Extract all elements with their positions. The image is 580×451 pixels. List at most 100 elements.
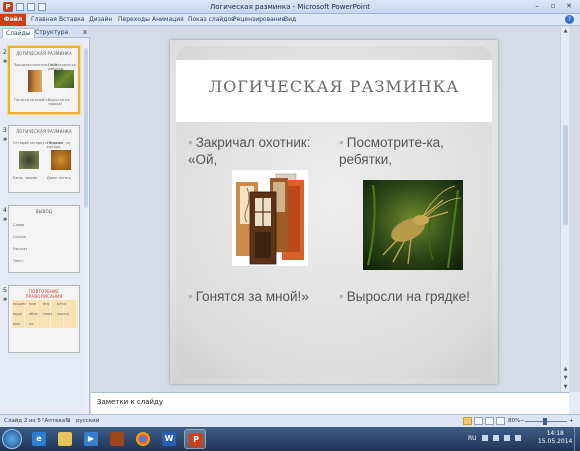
media-player-icon: ▶ [84,432,98,446]
clock-time: 14:18 [546,430,564,437]
tab-home[interactable]: Главная [31,16,57,23]
thumb-line: пишем [13,302,26,306]
close-icon[interactable]: ✕ [562,1,576,11]
input-language[interactable]: RU [468,435,477,442]
thumb-line: Слова [13,223,25,227]
reading-view-icon[interactable] [485,417,494,425]
next-slide-icon[interactable]: ▼ [561,374,570,383]
slide-number: 5 [3,287,7,294]
help-icon[interactable]: ? [565,15,574,24]
tab-file[interactable]: Файл [0,14,26,26]
taskbar-media[interactable]: ▶ [80,429,102,449]
spellcheck-icon[interactable]: ⊠ [66,418,71,424]
powerpoint-icon: P [189,433,203,447]
thumb-line: Даже лететь [47,176,71,180]
zoom-level[interactable]: 80% [508,418,520,424]
tray-network-icon[interactable] [493,435,499,441]
thumb-line: Ежик, зверёк [13,176,38,180]
tray-flag-icon[interactable] [482,435,488,441]
tab-design[interactable]: Дизайн [89,16,112,23]
close-pane-icon[interactable]: x [83,28,87,36]
thumb-line: Выросли на грядке! [48,98,70,106]
thumb-line: Рассказ [13,247,28,251]
clock[interactable]: 14:18 15.05.2014 [538,430,572,446]
zoom-slider-handle[interactable] [543,418,547,425]
taskbar-word[interactable]: W [158,429,180,449]
scroll-down-icon[interactable]: ▼ [561,383,570,392]
start-button-icon[interactable] [2,429,22,449]
folder-icon [58,432,72,446]
slide-sorter-icon[interactable] [474,417,483,425]
thumb-line: Гонятся за мной!» [14,98,48,102]
zoom-out-icon[interactable]: − [520,418,525,424]
thumb-title: ЛОГИЧЕСКАЯ РАЗМИНКА [16,129,72,134]
bullet-right-bottom[interactable]: • Выросли на грядке! [339,288,489,305]
slide-thumbnail-5[interactable]: ПОВТОРЕНИЕ ПРАВОПИСАНИЯ пишем мне его ре… [8,285,80,353]
bullet-left-top[interactable]: • Закричал охотник: «Ой, [188,134,338,168]
tray-battery-icon[interactable] [504,435,510,441]
prev-slide-icon[interactable]: ▲ [561,365,570,374]
thumb-title: ВЫВОД [35,209,53,214]
scrollbar-thumb[interactable] [563,125,568,225]
slide-thumbnail-3[interactable]: ЛОГИЧЕСКАЯ РАЗМИНКА Отгадай загадку и бу… [8,125,80,193]
title-bar: P Логическая разминка - Microsoft PowerP… [0,0,580,14]
slide-number: 2 [3,49,7,56]
bullet-left-bottom[interactable]: • Гонятся за мной!» [188,288,338,305]
taskbar-explorer[interactable] [54,429,76,449]
thumb-line: его [43,302,50,306]
notes-pane[interactable]: Заметки к слайду [91,392,569,414]
slide-thumbnail-2[interactable]: ЛОГИЧЕСКАЯ РАЗМИНКА Закричал охотник: «О… [8,46,80,114]
internet-explorer-icon: e [32,432,46,446]
tab-view[interactable]: Вид [284,16,296,23]
status-bar: Слайд 2 из 5 "Аптека" ⊠ русский 80% − + [0,414,580,427]
hedgehog-image [19,151,39,169]
slideshow-view-icon[interactable] [496,417,505,425]
theme-name: "Аптека" [42,418,68,424]
tab-transitions[interactable]: Переходы [118,16,150,23]
scrollbar-thumb[interactable] [84,48,88,208]
slide-title[interactable]: ЛОГИЧЕСКАЯ РАЗМИНКА [176,77,492,96]
normal-view-icon[interactable] [463,417,472,425]
lion-image [51,150,71,170]
tab-insert[interactable]: Вставка [59,16,84,23]
notes-scrollbar[interactable] [569,392,580,414]
taskbar-ie[interactable]: e [28,429,50,449]
thumb-line: обла [29,312,38,316]
thumb-line: мира [43,312,53,316]
current-slide[interactable]: ЛОГИЧЕСКАЯ РАЗМИНКА • Закричал охотник: «… [170,40,498,384]
minimize-icon[interactable]: – [530,1,544,11]
slide-counter: Слайд 2 из 5 [4,418,41,424]
bullet-right-top[interactable]: • Посмотрите-ка, ребятки, [339,134,489,168]
taskbar-chrome[interactable] [132,429,154,449]
editor-scrollbar[interactable]: ▲ ▲ ▼ ▼ [560,27,569,392]
chrome-icon [136,432,150,446]
tab-slideshow[interactable]: Показ слайдов [188,16,235,23]
show-desktop-button[interactable] [574,427,580,451]
language-indicator[interactable]: русский [76,418,99,424]
slides-pane-scrollbar[interactable] [83,38,89,414]
tab-outline[interactable]: Структура [32,28,71,37]
thumb-line: имя [13,322,21,326]
slides-pane: Слайды Структура x 2 ✱ ЛОГИЧЕСКАЯ РАЗМИН… [0,27,90,415]
doors-image [28,70,42,92]
taskbar-app-4[interactable] [106,429,128,449]
tray-volume-icon[interactable] [515,435,521,441]
tab-slides[interactable]: Слайды [2,28,35,38]
crayfish-underwater-image[interactable] [363,180,463,270]
slide-number: 4 [3,207,7,214]
ribbon-tabs: Файл Главная Вставка Дизайн Переходы Ани… [0,14,580,26]
slide-thumbnail-4[interactable]: ВЫВОД Слова Сказка Рассказ Текст [8,205,80,273]
taskbar-powerpoint[interactable]: P [184,429,206,449]
maximize-icon[interactable]: ▫ [546,1,560,11]
notes-placeholder[interactable]: Заметки к слайду [97,398,163,406]
tab-animation[interactable]: Анимация [152,16,184,23]
zoom-in-icon[interactable]: + [569,418,574,424]
bullet-dot-icon: • [339,289,344,304]
thumb-line: вода [13,312,22,316]
doors-image[interactable] [232,170,308,266]
scroll-up-icon[interactable]: ▲ [561,27,570,36]
animation-star-icon: ✱ [3,59,8,65]
window-controls: – ▫ ✕ [530,1,576,11]
tab-review[interactable]: Рецензирование [233,16,285,23]
plant-image [54,70,74,88]
